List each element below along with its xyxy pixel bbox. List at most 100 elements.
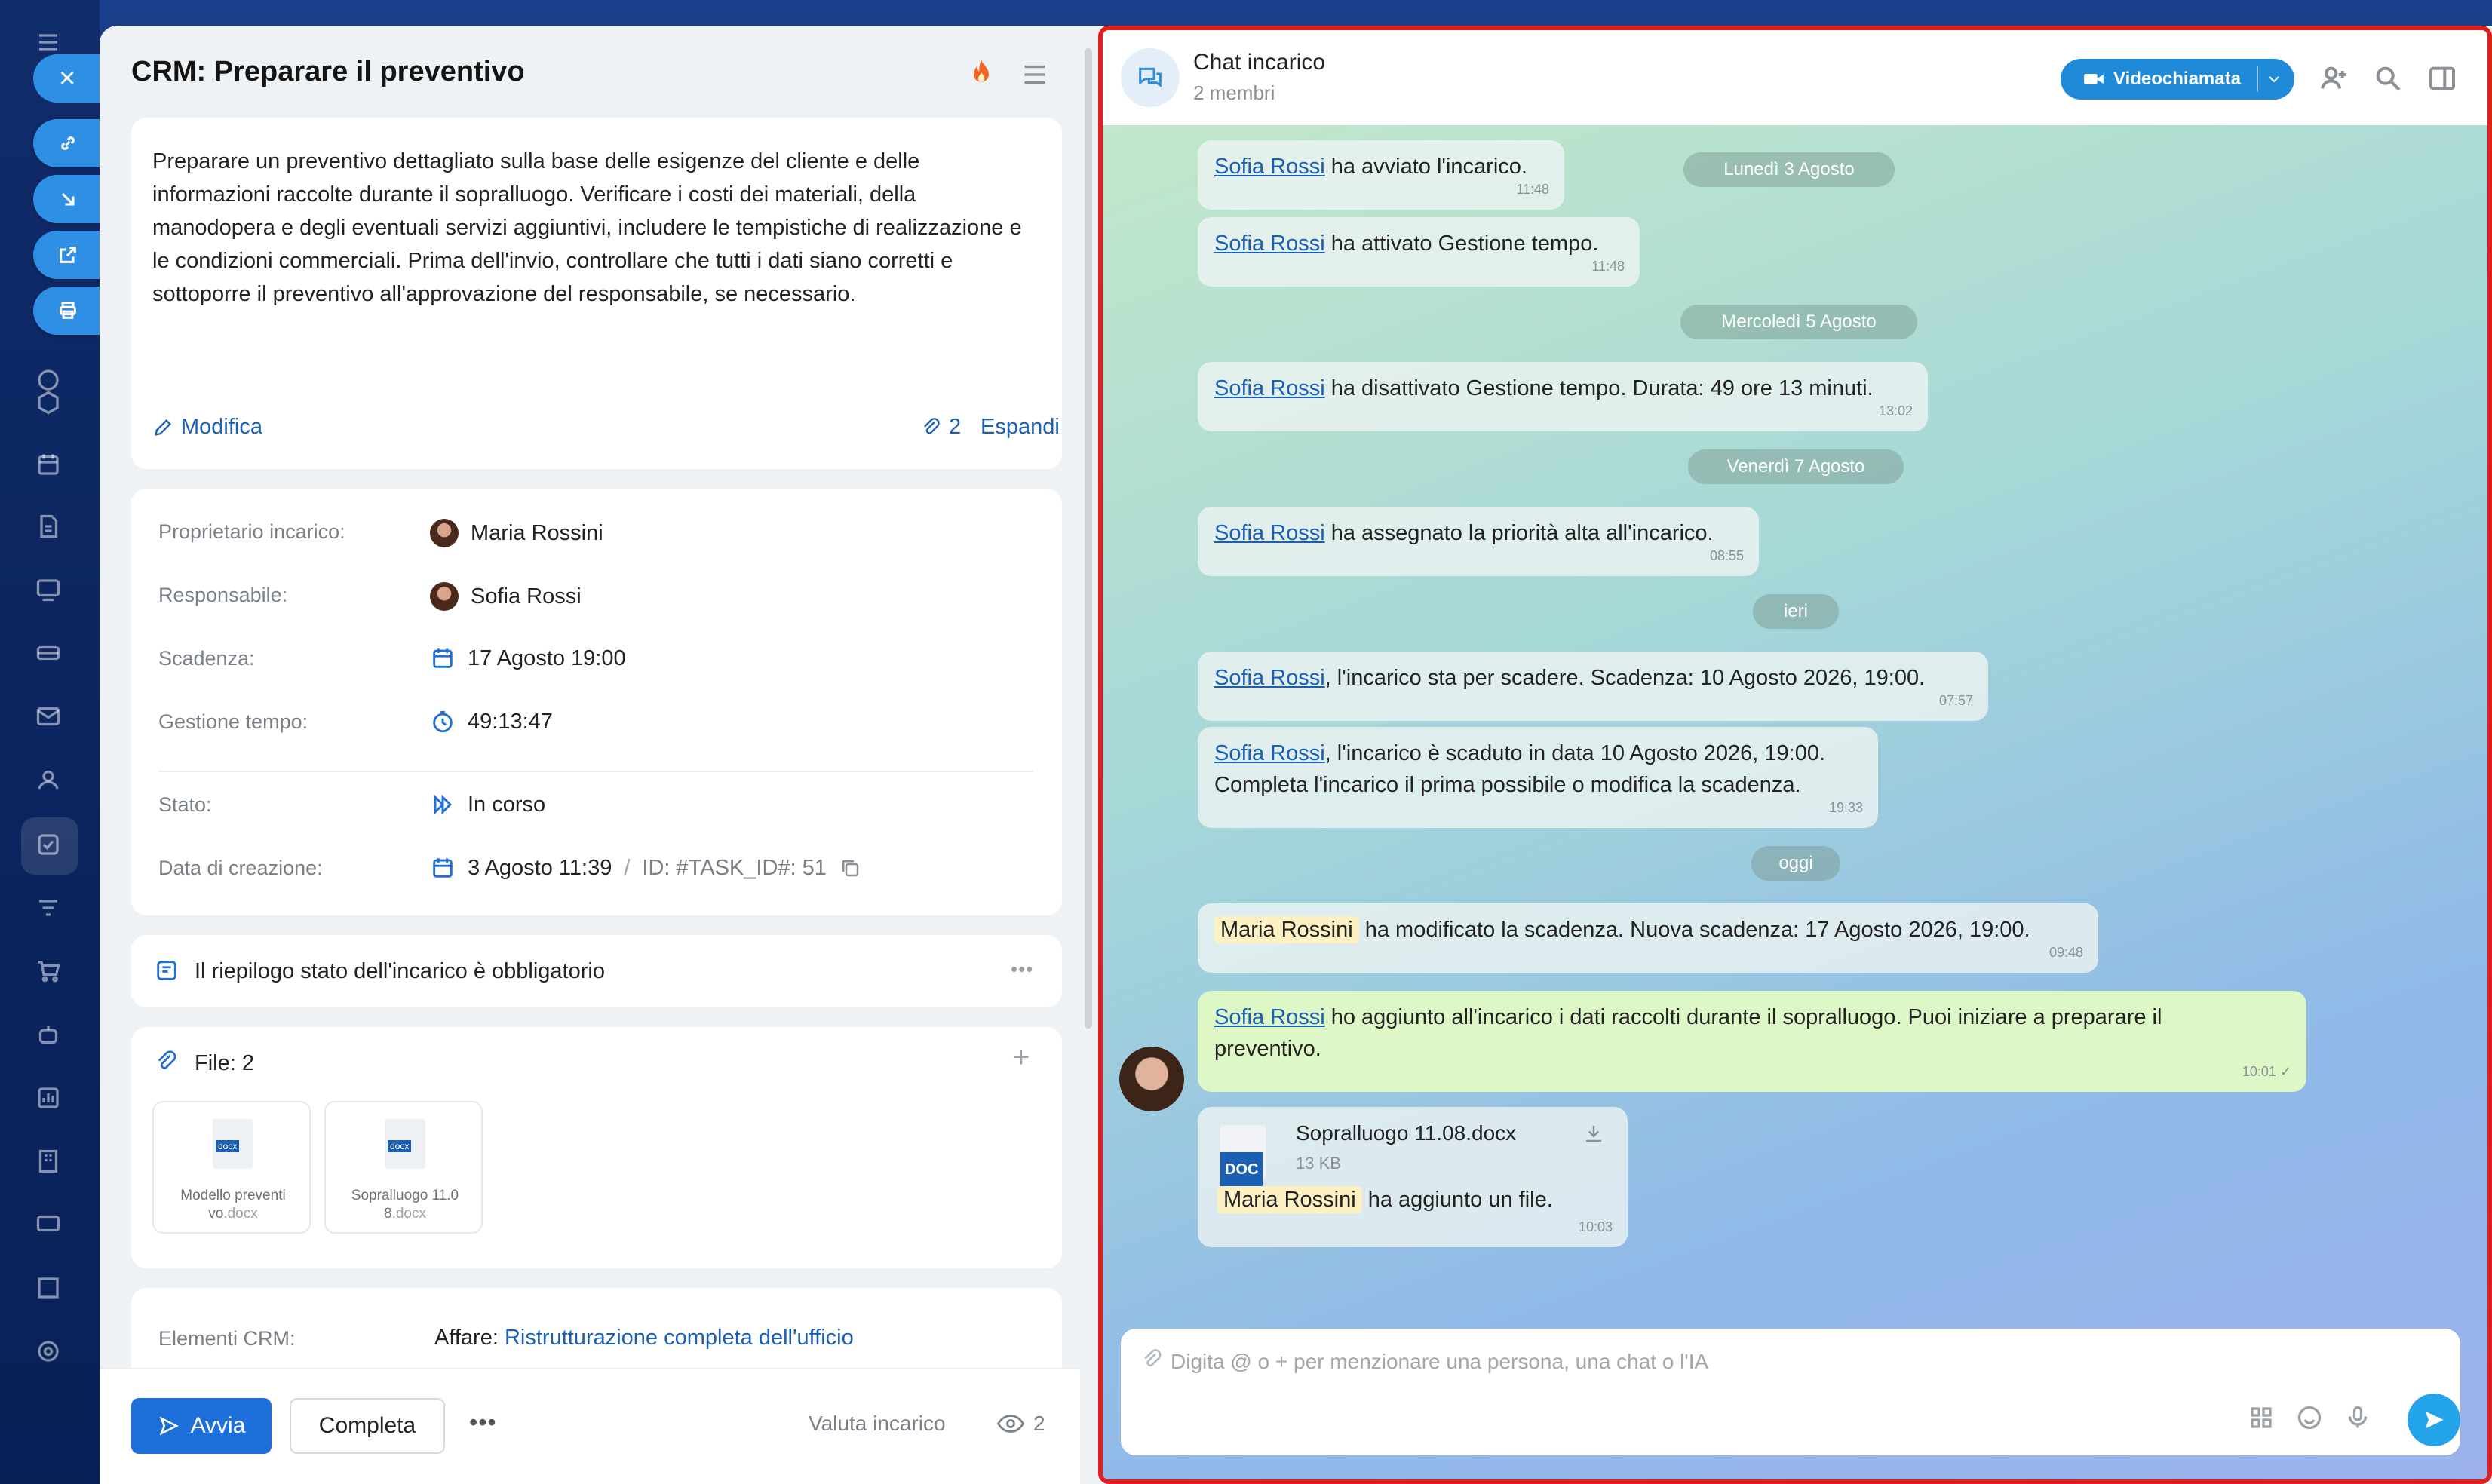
crm-deal-link[interactable]: Ristrutturazione completa dell'ufficio: [505, 1326, 854, 1350]
hamburger-icon[interactable]: [33, 27, 63, 57]
fire-icon[interactable]: [968, 57, 994, 91]
chat-members-count[interactable]: 2 membri: [1193, 81, 1275, 105]
scrollbar[interactable]: [1085, 48, 1092, 1029]
time-tracking-text: 49:13:47: [468, 709, 553, 734]
chevron-down-icon[interactable]: [2257, 66, 2281, 92]
id-separator: /: [624, 855, 631, 880]
microphone-icon[interactable]: [2344, 1404, 2371, 1431]
message-time-text: 10:01: [2242, 1064, 2276, 1079]
rail-robot-icon[interactable]: [33, 1019, 63, 1050]
copy-link-button[interactable]: [33, 119, 100, 167]
print-button[interactable]: [33, 287, 100, 335]
docx-file-icon: docx: [213, 1119, 253, 1169]
stopwatch-icon: [433, 710, 453, 733]
copy-icon[interactable]: [839, 857, 861, 879]
send-icon: [159, 1416, 179, 1436]
file-ext: .docx: [223, 1206, 258, 1222]
deadline-row: Scadenza: 17 Agosto 19:00: [158, 639, 1033, 677]
complete-button[interactable]: Completa: [290, 1398, 445, 1454]
date-separator: oggi: [1751, 846, 1840, 881]
file-message[interactable]: DOC Sopralluogo 11.08.docx 13 KB Maria R…: [1198, 1107, 1628, 1247]
rail-cart-icon[interactable]: [33, 956, 63, 986]
responsible-row: Responsabile: Sofia Rossi: [158, 576, 1033, 614]
rail-filter-icon[interactable]: [33, 893, 63, 923]
paperclip-icon[interactable]: [1140, 1348, 1163, 1375]
send-button[interactable]: [2408, 1394, 2460, 1446]
rail-document-icon[interactable]: [33, 511, 63, 541]
crm-label: Elementi CRM:: [158, 1327, 296, 1350]
menu-icon[interactable]: [1021, 63, 1048, 90]
paperclip-icon: [924, 417, 940, 434]
add-member-icon[interactable]: [2319, 63, 2349, 94]
crm-value: Affare: Ristrutturazione completa dell'u…: [434, 1326, 854, 1351]
rail-drive-icon[interactable]: [33, 638, 63, 668]
message-time: 07:57: [1938, 693, 1973, 708]
system-message: Sofia Rossi ha avviato l'incarico. 11:48: [1198, 140, 1564, 210]
message-input[interactable]: [1171, 1345, 2377, 1378]
apps-grid-icon[interactable]: [2248, 1404, 2275, 1431]
file-badge: docx: [388, 1140, 412, 1152]
message-text: , l'incarico è scaduto in data 10 Agosto…: [1324, 741, 1826, 765]
rail-tasks-icon[interactable]: [33, 829, 63, 860]
rate-task-link[interactable]: Valuta incarico: [809, 1412, 946, 1436]
owner-value[interactable]: Maria Rossini: [430, 519, 603, 547]
status-text: In corso: [468, 792, 546, 817]
status-summary-card[interactable]: Il riepilogo stato dell'incarico è obbli…: [131, 935, 1062, 1007]
user-link[interactable]: Sofia Rossi: [1214, 521, 1325, 545]
user-link[interactable]: Sofia Rossi: [1214, 741, 1325, 765]
more-options-icon[interactable]: •••: [1011, 958, 1033, 981]
search-icon[interactable]: [2373, 63, 2403, 94]
time-tracking-value[interactable]: 49:13:47: [430, 709, 553, 734]
views-counter: 2: [997, 1412, 1045, 1436]
user-mention[interactable]: Maria Rossini: [1217, 1186, 1362, 1213]
rail-grid-icon[interactable]: [33, 1273, 63, 1303]
emoji-icon[interactable]: [2296, 1404, 2323, 1431]
rail-hexagon-icon[interactable]: [33, 388, 63, 418]
rail-mail-icon[interactable]: [33, 701, 63, 731]
user-link[interactable]: Sofia Rossi: [1214, 155, 1325, 179]
user-link[interactable]: Sofia Rossi: [1214, 231, 1325, 256]
task-chat-panel: Chat incarico 2 membri Videochiamata Lun…: [1098, 26, 2492, 1484]
responsible-value[interactable]: Sofia Rossi: [430, 582, 582, 611]
download-icon[interactable]: [1582, 1122, 1605, 1154]
files-title: File: 2: [195, 1051, 254, 1075]
rail-calendar-icon[interactable]: [33, 449, 63, 480]
close-slider-button[interactable]: ×: [33, 54, 100, 103]
rail-screen-icon[interactable]: [33, 1210, 63, 1240]
rail-contacts-icon[interactable]: [33, 765, 63, 795]
status-row: Stato: In corso: [158, 786, 1033, 823]
add-file-icon[interactable]: +: [1012, 1041, 1030, 1075]
file-tile[interactable]: docx Modello preventi vo.docx: [152, 1101, 311, 1234]
description-card: Preparare un preventivo dettagliato sull…: [131, 118, 1062, 469]
message-time: 08:55: [1709, 548, 1744, 563]
expand-link[interactable]: Espandi: [981, 415, 1060, 440]
message-time: 11:48: [1516, 182, 1549, 197]
system-message: Sofia Rossi ha assegnato la priorità alt…: [1198, 507, 1759, 576]
docx-file-icon: docx: [385, 1119, 425, 1169]
user-mention[interactable]: Maria Rossini: [1214, 916, 1359, 943]
deadline-value[interactable]: 17 Agosto 19:00: [430, 645, 626, 671]
sidebar-toggle-icon[interactable]: [2427, 63, 2457, 94]
file-tile[interactable]: docx Sopralluogo 11.0 8.docx: [324, 1101, 483, 1234]
download-button[interactable]: [33, 175, 100, 223]
edit-link[interactable]: Modifica: [152, 415, 262, 440]
message-text: ha assegnato la priorità alta all'incari…: [1324, 521, 1714, 545]
more-actions-button[interactable]: •••: [469, 1409, 497, 1436]
rail-chart-icon[interactable]: [33, 1083, 63, 1113]
rail-board-icon[interactable]: [33, 575, 63, 605]
file-ext: .docx: [391, 1206, 426, 1222]
date-separator: ieri: [1753, 594, 1839, 629]
avatar[interactable]: [1119, 1047, 1184, 1111]
message-text: ha aggiunto un file.: [1361, 1188, 1553, 1212]
file-name[interactable]: Sopralluogo 11.08.docx: [1296, 1118, 1516, 1149]
user-link[interactable]: Sofia Rossi: [1214, 666, 1325, 690]
calendar-icon: [433, 648, 453, 668]
start-button[interactable]: Avvia: [131, 1398, 272, 1454]
attachments-count[interactable]: 2: [920, 415, 961, 440]
user-link[interactable]: Sofia Rossi: [1214, 1005, 1325, 1029]
open-new-window-button[interactable]: [33, 231, 100, 279]
rail-building-icon[interactable]: [33, 1146, 63, 1176]
rail-settings-icon[interactable]: [33, 1336, 63, 1366]
video-call-button[interactable]: Videochiamata: [2061, 59, 2294, 100]
user-link[interactable]: Sofia Rossi: [1214, 376, 1325, 400]
